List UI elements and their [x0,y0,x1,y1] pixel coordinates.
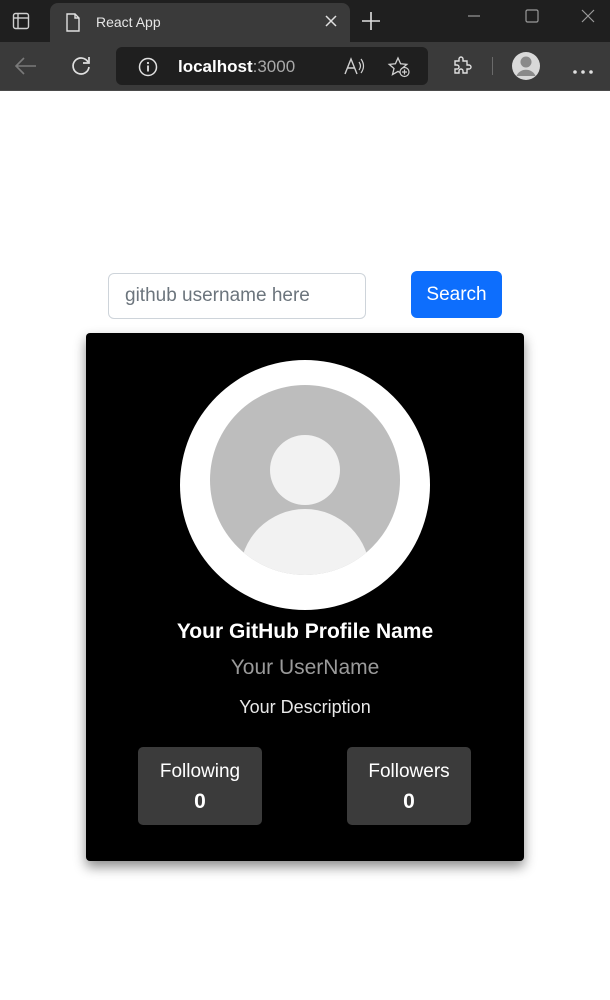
more-options-icon[interactable] [572,62,594,80]
close-window-icon[interactable] [580,8,596,29]
extensions-icon[interactable] [451,55,473,82]
tab-title: React App [96,14,161,30]
profile-username: Your UserName [230,656,380,679]
followers-stat: Followers 0 [347,747,471,825]
read-aloud-icon[interactable] [343,56,365,81]
add-favorite-icon[interactable] [387,56,411,83]
maximize-icon[interactable] [524,8,540,29]
followers-count: 0 [403,790,415,813]
following-label: Following [159,761,241,782]
default-avatar-icon [210,385,400,575]
following-count: 0 [194,790,206,813]
minimize-icon[interactable] [466,8,482,29]
profile-avatar-icon[interactable] [511,51,541,86]
browser-toolbar: localhost:3000 [0,42,610,91]
tab-actions-icon[interactable] [0,0,42,42]
profile-name: Your GitHub Profile Name [176,620,434,643]
site-info-icon[interactable] [138,57,158,82]
url-host: localhost [178,57,253,76]
avatar-frame [180,360,430,610]
followers-label: Followers [368,761,450,782]
url-text: localhost:3000 [178,57,295,77]
browser-tab[interactable]: React App [50,3,350,42]
profile-description: Your Description [239,697,371,717]
address-bar[interactable]: localhost:3000 [116,47,428,85]
following-stat: Following 0 [138,747,262,825]
document-icon [65,13,81,37]
browser-tab-bar: React App [0,0,610,42]
back-arrow-icon[interactable] [14,55,38,82]
close-tab-icon[interactable] [324,14,338,33]
profile-card: Your GitHub Profile Name Your UserName Y… [86,333,524,861]
url-port: :3000 [252,57,296,76]
new-tab-icon[interactable] [360,10,382,37]
refresh-icon[interactable] [70,55,92,82]
toolbar-divider [492,57,493,75]
github-username-input[interactable] [108,273,366,319]
search-button[interactable]: Search [411,271,502,318]
